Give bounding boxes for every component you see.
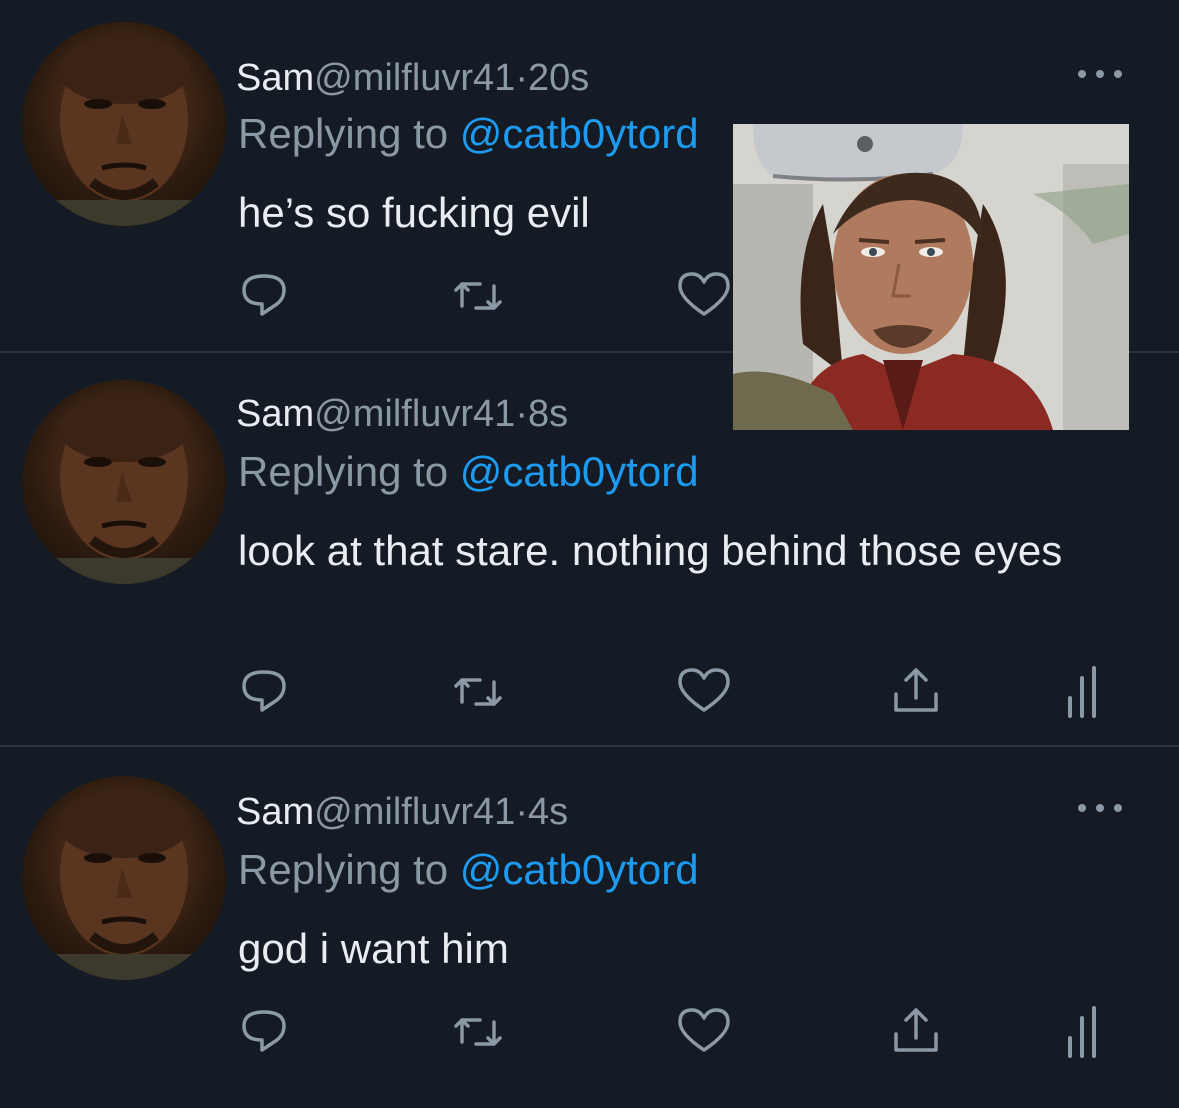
heart-icon	[678, 668, 730, 712]
timestamp[interactable]: 20s	[528, 57, 589, 99]
reply-thread: Sam@milfluvr41·20s Replying to @catb0yto…	[0, 0, 1179, 1108]
share-icon	[894, 668, 938, 712]
analytics-icon	[1068, 666, 1096, 718]
display-name[interactable]: Sam	[236, 791, 314, 833]
replying-to: Replying to @catb0ytord	[238, 846, 699, 894]
more-icon	[1078, 70, 1122, 78]
heart-icon	[678, 1008, 730, 1052]
retweet-button[interactable]	[448, 662, 508, 722]
replying-mention-link[interactable]: @catb0ytord	[460, 110, 699, 157]
tweet-header: Sam@milfluvr41·4s	[236, 790, 568, 834]
replying-mention-link[interactable]: @catb0ytord	[460, 846, 699, 893]
replying-label: Replying to	[238, 846, 460, 893]
analytics-button[interactable]	[1056, 1002, 1116, 1062]
retweet-button[interactable]	[448, 1002, 508, 1062]
tweet-text: look at that stare. nothing behind those…	[238, 527, 1063, 574]
overlay-photo	[733, 124, 1129, 430]
reply-button[interactable]	[238, 662, 298, 722]
more-button[interactable]	[1072, 66, 1128, 82]
analytics-icon	[1068, 1006, 1096, 1058]
tweet-actions	[238, 1002, 1118, 1062]
replying-label: Replying to	[238, 448, 460, 495]
avatar[interactable]	[22, 380, 226, 584]
reply-button[interactable]	[238, 1002, 298, 1062]
timestamp[interactable]: 8s	[528, 393, 568, 435]
display-name[interactable]: Sam	[236, 57, 314, 99]
replying-label: Replying to	[238, 110, 460, 157]
heart-icon	[678, 272, 730, 316]
tweet-actions	[238, 662, 1118, 722]
reply-icon	[242, 670, 286, 712]
retweet-icon	[454, 678, 502, 706]
timestamp[interactable]: 4s	[528, 791, 568, 833]
like-button[interactable]	[674, 662, 734, 722]
retweet-icon	[454, 1018, 502, 1046]
reply-icon	[242, 1010, 286, 1052]
separator-dot: ·	[515, 791, 528, 833]
tweet-header: Sam@milfluvr41·20s	[236, 56, 589, 100]
display-name[interactable]: Sam	[236, 393, 314, 435]
user-handle[interactable]: @milfluvr41	[314, 791, 515, 833]
share-icon	[894, 1008, 938, 1052]
avatar[interactable]	[22, 22, 226, 226]
more-icon	[1078, 804, 1122, 812]
share-button[interactable]	[886, 1002, 946, 1062]
replying-mention-link[interactable]: @catb0ytord	[460, 448, 699, 495]
user-handle[interactable]: @milfluvr41	[314, 393, 515, 435]
analytics-button[interactable]	[1056, 662, 1116, 722]
share-button[interactable]	[886, 662, 946, 722]
reply-button[interactable]	[238, 266, 298, 326]
replying-to: Replying to @catb0ytord	[238, 448, 699, 496]
tweet-header: Sam@milfluvr41·8s	[236, 392, 568, 436]
avatar[interactable]	[22, 776, 226, 980]
reply-icon	[242, 274, 286, 316]
like-button[interactable]	[674, 266, 734, 326]
separator-dot: ·	[515, 393, 528, 435]
separator-dot: ·	[515, 57, 528, 99]
retweet-button[interactable]	[448, 266, 508, 326]
like-button[interactable]	[674, 1002, 734, 1062]
tweet-divider	[0, 745, 1179, 747]
tweet-text: god i want him	[238, 925, 509, 972]
user-handle[interactable]: @milfluvr41	[314, 57, 515, 99]
retweet-icon	[454, 282, 502, 310]
more-button[interactable]	[1072, 800, 1128, 816]
replying-to: Replying to @catb0ytord	[238, 110, 699, 158]
